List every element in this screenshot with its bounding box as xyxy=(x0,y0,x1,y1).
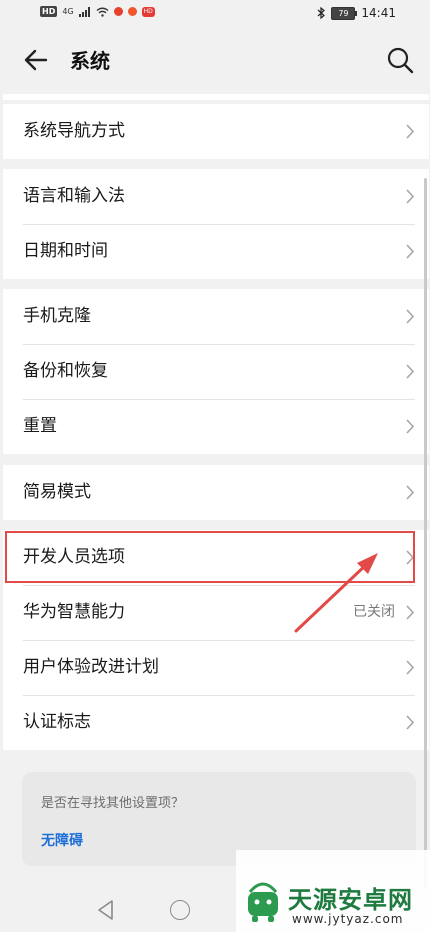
wifi-icon xyxy=(96,7,109,17)
settings-item-label: 语言和输入法 xyxy=(23,186,125,206)
settings-item-label: 简易模式 xyxy=(23,482,91,502)
settings-item-label: 重置 xyxy=(23,416,57,436)
settings-item-label: 华为智慧能力 xyxy=(23,602,125,622)
cellular-signal-icon: 4G xyxy=(62,7,74,16)
settings-item-huawei-intelligence[interactable]: 华为智慧能力 已关闭 xyxy=(3,585,429,640)
bluetooth-icon xyxy=(318,7,326,19)
watermark-logo-icon xyxy=(248,882,278,922)
settings-item-system-navigation[interactable]: 系统导航方式 xyxy=(3,104,429,159)
chevron-right-icon xyxy=(406,419,415,434)
watermark: 天源安卓网 www.jytyaz.com xyxy=(236,850,430,932)
search-icon[interactable] xyxy=(384,44,416,76)
status-bar: HD 4G HD 79 14:41 xyxy=(0,0,430,28)
settings-item-phone-clone[interactable]: 手机克隆 xyxy=(3,289,429,344)
nav-back-icon[interactable] xyxy=(95,898,117,922)
settings-group-partial xyxy=(3,94,429,100)
settings-item-backup-restore[interactable]: 备份和恢复 xyxy=(3,344,429,399)
settings-item-label: 备份和恢复 xyxy=(23,361,108,381)
back-arrow-icon[interactable] xyxy=(20,44,52,76)
settings-item-label: 日期和时间 xyxy=(23,241,108,261)
accessibility-link[interactable]: 无障碍 xyxy=(41,830,83,850)
settings-group-navigation: 系统导航方式 xyxy=(3,104,429,159)
settings-item-label: 手机克隆 xyxy=(23,306,91,326)
settings-item-certification-logos[interactable]: 认证标志 xyxy=(3,695,429,750)
watermark-url: www.jytyaz.com xyxy=(292,912,404,926)
highlight-box xyxy=(5,531,415,583)
notification-badge-icon: HD xyxy=(141,6,155,17)
chevron-right-icon xyxy=(406,715,415,730)
settings-item-status: 已关闭 xyxy=(353,604,395,620)
settings-item-date-time[interactable]: 日期和时间 xyxy=(3,224,429,279)
settings-group-language-time: 语言和输入法 日期和时间 xyxy=(3,169,429,279)
chevron-right-icon xyxy=(406,364,415,379)
chevron-right-icon xyxy=(406,309,415,324)
chevron-right-icon xyxy=(406,485,415,500)
settings-group-backup: 手机克隆 备份和恢复 重置 xyxy=(3,289,429,454)
chevron-right-icon xyxy=(406,124,415,139)
status-icons-left: HD 4G HD xyxy=(40,6,155,17)
nav-home-icon[interactable] xyxy=(170,900,190,920)
signal-bars-icon xyxy=(78,6,90,17)
settings-item-language-input[interactable]: 语言和输入法 xyxy=(3,169,429,224)
watermark-title: 天源安卓网 xyxy=(288,886,413,914)
settings-item-label: 认证标志 xyxy=(23,712,91,732)
settings-item-reset[interactable]: 重置 xyxy=(3,399,429,454)
status-icons-right: 79 14:41 xyxy=(317,6,396,20)
settings-group-simple-mode: 简易模式 xyxy=(3,465,429,520)
battery-icon: 79 xyxy=(331,6,358,20)
chevron-right-icon xyxy=(406,244,415,259)
suggestion-question: 是否在寻找其他设置项？ xyxy=(41,796,185,811)
chevron-right-icon xyxy=(406,660,415,675)
notification-app-icon-2 xyxy=(127,7,137,16)
notification-app-icon xyxy=(113,7,123,16)
chevron-right-icon xyxy=(406,605,415,620)
settings-item-user-experience[interactable]: 用户体验改进计划 xyxy=(3,640,429,695)
page-title: 系统 xyxy=(70,49,110,73)
app-header: 系统 xyxy=(0,28,430,94)
status-time: 14:41 xyxy=(361,6,396,20)
hd-icon: HD xyxy=(40,6,58,17)
settings-item-label: 用户体验改进计划 xyxy=(23,657,159,677)
settings-item-label: 系统导航方式 xyxy=(23,121,125,141)
settings-item-simple-mode[interactable]: 简易模式 xyxy=(3,465,429,520)
scrollbar[interactable] xyxy=(424,178,427,888)
chevron-right-icon xyxy=(406,189,415,204)
